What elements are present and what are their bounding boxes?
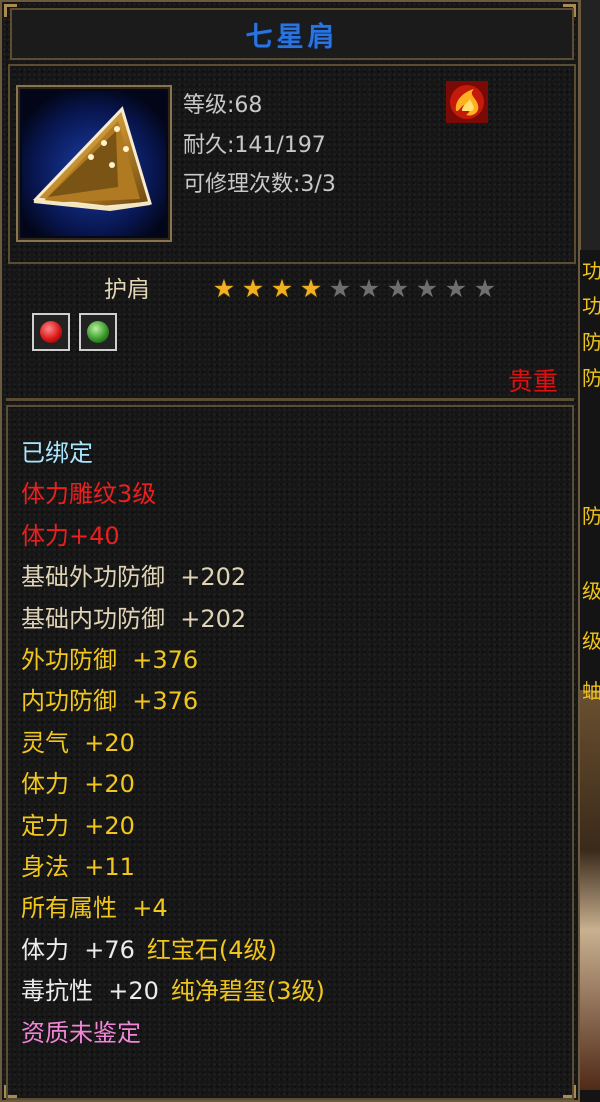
item-repair-count: 可修理次数:3/3	[183, 172, 336, 197]
shoulder-armor-icon	[22, 91, 166, 236]
side-glyph: 级	[582, 629, 600, 653]
attribute-text: 体力雕纹3级	[21, 480, 157, 509]
attribute-line: 基础外功防御 +202	[21, 557, 246, 592]
star-filled-icon: ★	[241, 274, 265, 303]
attribute-line: 体力+40	[21, 516, 120, 551]
star-filled-icon: ★	[212, 274, 236, 303]
attribute-text: 外功防御 +376	[21, 646, 199, 674]
side-portrait-image	[580, 690, 600, 1090]
background-window-edge: 功功防防防级级蚰	[580, 0, 600, 1102]
attribute-text: 灵气 +20	[21, 728, 135, 757]
title-bar: 七星肩	[10, 8, 574, 60]
star-empty-icon: ★	[328, 274, 352, 303]
attribute-text: 基础内功防御 +202	[21, 604, 247, 633]
side-glyph: 功	[582, 259, 600, 283]
star-filled-icon: ★	[270, 274, 294, 303]
item-type: 护肩	[104, 277, 150, 303]
side-glyph: 蚰	[582, 679, 600, 703]
attribute-text: 内功防御 +376	[21, 687, 199, 716]
gem-inlay-label: 纯净碧玺(3级)	[170, 977, 325, 1006]
item-name: 七星肩	[245, 21, 339, 53]
green-gem-icon	[87, 321, 109, 343]
attribute-text: 毒抗性 +20	[21, 977, 159, 1006]
side-glyph: 功	[582, 294, 600, 318]
side-panel-frame	[580, 0, 600, 250]
attribute-text: 所有属性 +4	[21, 894, 168, 923]
gem-socket-red	[32, 313, 70, 351]
attribute-text: 已绑定	[21, 439, 93, 467]
attribute-line: 外功防御 +376	[21, 640, 198, 675]
star-rating: ★ ★ ★ ★ ★ ★ ★ ★ ★ ★	[210, 275, 499, 303]
attribute-text: 体力 +76	[21, 935, 135, 964]
attribute-line: 内功防御 +376	[21, 681, 198, 716]
attribute-text: 身法 +11	[21, 853, 135, 881]
attribute-line: 体力 +20	[21, 764, 135, 799]
attribute-line: 所有属性 +4	[21, 888, 168, 923]
item-durability: 耐久:141/197	[183, 133, 326, 158]
attribute-line: 体力雕纹3级	[21, 474, 156, 509]
attribute-text: 基础外功防御 +202	[21, 563, 247, 592]
star-filled-icon: ★	[299, 274, 323, 303]
side-glyph: 防	[582, 504, 600, 528]
star-empty-icon: ★	[357, 274, 381, 303]
gem-socket-green	[79, 313, 117, 351]
attribute-line: 基础内功防御 +202	[21, 599, 246, 634]
side-glyph: 防	[582, 330, 600, 354]
attribute-line: 已绑定	[21, 433, 93, 468]
attribute-text: 体力+40	[21, 521, 120, 550]
section-divider	[6, 398, 574, 401]
star-empty-icon: ★	[386, 274, 410, 303]
fire-element-icon	[446, 81, 488, 123]
star-empty-icon: ★	[415, 274, 439, 303]
gem-inlay-label: 红宝石(4级)	[146, 935, 277, 964]
item-level: 等级:68	[183, 93, 263, 118]
star-empty-icon: ★	[444, 274, 468, 303]
attribute-line: 体力 +76 红宝石(4级)	[21, 930, 277, 965]
side-glyph: 防	[582, 366, 600, 390]
side-glyph: 级	[582, 579, 600, 603]
attribute-text: 资质未鉴定	[21, 1018, 141, 1047]
rarity-label: 贵重	[507, 367, 558, 396]
item-icon-frame	[16, 85, 172, 242]
attribute-line: 定力 +20	[21, 806, 135, 841]
attribute-text: 体力 +20	[21, 770, 135, 799]
attribute-line: 资质未鉴定	[21, 1013, 141, 1048]
attribute-line: 毒抗性 +20 纯净碧玺(3级)	[21, 971, 325, 1006]
attribute-line: 身法 +11	[21, 847, 135, 882]
red-gem-icon	[40, 321, 62, 343]
attribute-text: 定力 +20	[21, 811, 135, 840]
star-empty-icon: ★	[473, 274, 497, 303]
attribute-line: 灵气 +20	[21, 723, 135, 758]
